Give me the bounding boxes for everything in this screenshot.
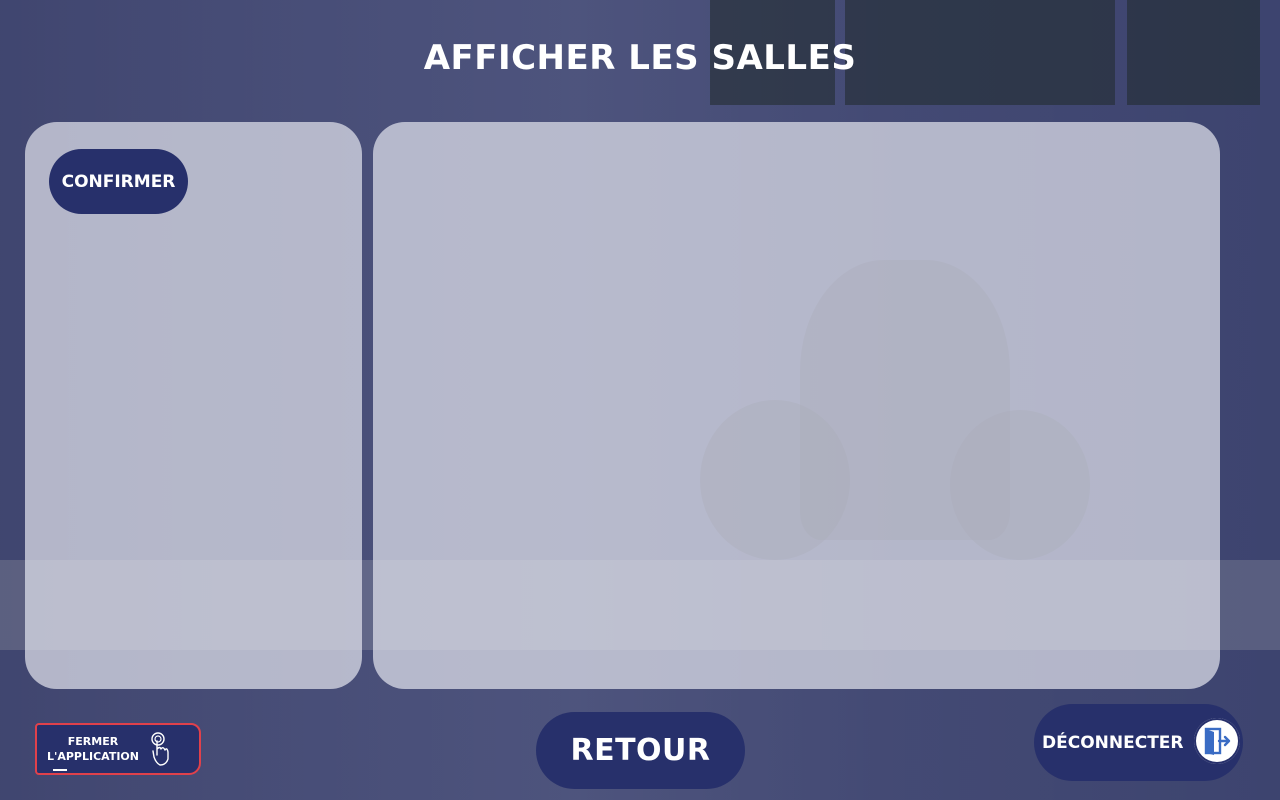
close-application-button[interactable]: FERMER L'APPLICATION — [35, 723, 201, 775]
logout-button[interactable]: DÉCONNECTER — [1034, 704, 1243, 781]
close-application-label: FERMER L'APPLICATION — [45, 734, 141, 764]
close-application-label-line1: FERMER — [67, 735, 119, 748]
page-title: AFFICHER LES SALLES — [423, 38, 857, 78]
close-application-underline — [53, 769, 67, 771]
close-application-label-line2: L'APPLICATION — [46, 750, 139, 763]
back-button[interactable]: RETOUR — [536, 712, 745, 789]
room-details-panel — [373, 122, 1220, 689]
touch-hand-icon — [151, 732, 169, 766]
confirm-button[interactable]: CONFIRMER — [49, 149, 188, 214]
logout-label: DÉCONNECTER — [1042, 732, 1184, 753]
door-exit-icon — [1194, 718, 1240, 764]
